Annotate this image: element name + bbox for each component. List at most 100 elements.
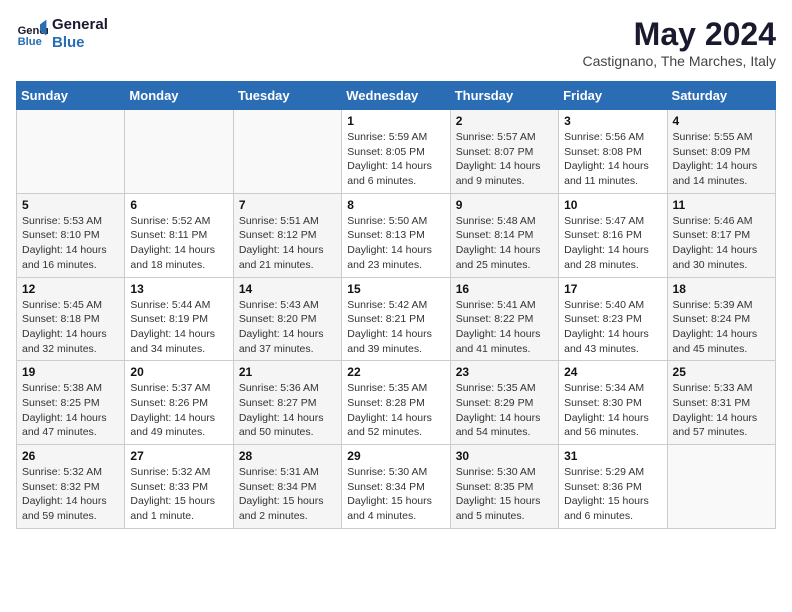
day-number: 17 — [564, 282, 661, 296]
day-info: Sunrise: 5:55 AM Sunset: 8:09 PM Dayligh… — [673, 130, 770, 189]
day-number: 12 — [22, 282, 119, 296]
header-row: SundayMondayTuesdayWednesdayThursdayFrid… — [17, 82, 776, 110]
day-number: 5 — [22, 198, 119, 212]
week-row-3: 12 Sunrise: 5:45 AM Sunset: 8:18 PM Dayli… — [17, 277, 776, 361]
header-saturday: Saturday — [667, 82, 775, 110]
day-info: Sunrise: 5:39 AM Sunset: 8:24 PM Dayligh… — [673, 298, 770, 357]
week-row-5: 26Sunrise: 5:32 AM Sunset: 8:32 PM Dayli… — [17, 445, 776, 529]
calendar-cell: 20 Sunrise: 5:37 AM Sunset: 8:26 PM Dayli… — [125, 361, 233, 445]
calendar-cell: 22Sunrise: 5:35 AM Sunset: 8:28 PM Dayli… — [342, 361, 450, 445]
header-wednesday: Wednesday — [342, 82, 450, 110]
day-number: 7 — [239, 198, 336, 212]
day-info: Sunrise: 5:59 AM Sunset: 8:05 PM Dayligh… — [347, 130, 444, 189]
day-info: Sunrise: 5:30 AM Sunset: 8:35 PM Dayligh… — [456, 465, 553, 524]
logo-line2: Blue — [52, 34, 108, 52]
week-row-2: 5 Sunrise: 5:53 AM Sunset: 8:10 PM Daylig… — [17, 193, 776, 277]
calendar-cell: 19Sunrise: 5:38 AM Sunset: 8:25 PM Dayli… — [17, 361, 125, 445]
day-number: 4 — [673, 114, 770, 128]
day-info: Sunrise: 5:43 AM Sunset: 8:20 PM Dayligh… — [239, 298, 336, 357]
day-info: Sunrise: 5:40 AM Sunset: 8:23 PM Dayligh… — [564, 298, 661, 357]
calendar-cell: 18 Sunrise: 5:39 AM Sunset: 8:24 PM Dayli… — [667, 277, 775, 361]
logo-line1: General — [52, 16, 108, 34]
day-info: Sunrise: 5:44 AM Sunset: 8:19 PM Dayligh… — [130, 298, 227, 357]
day-number: 20 — [130, 365, 227, 379]
day-number: 21 — [239, 365, 336, 379]
day-number: 15 — [347, 282, 444, 296]
day-info: Sunrise: 5:56 AM Sunset: 8:08 PM Dayligh… — [564, 130, 661, 189]
day-info: Sunrise: 5:47 AM Sunset: 8:16 PM Dayligh… — [564, 214, 661, 273]
calendar-cell: 27 Sunrise: 5:32 AM Sunset: 8:33 PM Dayli… — [125, 445, 233, 529]
header-sunday: Sunday — [17, 82, 125, 110]
day-info: Sunrise: 5:37 AM Sunset: 8:26 PM Dayligh… — [130, 381, 227, 440]
day-info: Sunrise: 5:34 AM Sunset: 8:30 PM Dayligh… — [564, 381, 661, 440]
location-subtitle: Castignano, The Marches, Italy — [582, 53, 776, 69]
day-info: Sunrise: 5:42 AM Sunset: 8:21 PM Dayligh… — [347, 298, 444, 357]
day-number: 22 — [347, 365, 444, 379]
day-number: 13 — [130, 282, 227, 296]
day-number: 10 — [564, 198, 661, 212]
calendar-cell — [17, 110, 125, 194]
calendar-cell: 29Sunrise: 5:30 AM Sunset: 8:34 PM Dayli… — [342, 445, 450, 529]
day-info: Sunrise: 5:57 AM Sunset: 8:07 PM Dayligh… — [456, 130, 553, 189]
calendar-cell: 8Sunrise: 5:50 AM Sunset: 8:13 PM Daylig… — [342, 193, 450, 277]
day-number: 2 — [456, 114, 553, 128]
day-number: 25 — [673, 365, 770, 379]
day-number: 31 — [564, 449, 661, 463]
calendar-cell: 16 Sunrise: 5:41 AM Sunset: 8:22 PM Dayli… — [450, 277, 558, 361]
calendar-cell: 7 Sunrise: 5:51 AM Sunset: 8:12 PM Daylig… — [233, 193, 341, 277]
month-title: May 2024 — [582, 16, 776, 53]
day-info: Sunrise: 5:52 AM Sunset: 8:11 PM Dayligh… — [130, 214, 227, 273]
day-number: 9 — [456, 198, 553, 212]
calendar-cell: 23 Sunrise: 5:35 AM Sunset: 8:29 PM Dayli… — [450, 361, 558, 445]
day-info: Sunrise: 5:31 AM Sunset: 8:34 PM Dayligh… — [239, 465, 336, 524]
day-number: 14 — [239, 282, 336, 296]
day-info: Sunrise: 5:51 AM Sunset: 8:12 PM Dayligh… — [239, 214, 336, 273]
day-number: 11 — [673, 198, 770, 212]
day-number: 19 — [22, 365, 119, 379]
page-header: General Blue General Blue May 2024 Casti… — [16, 16, 776, 69]
day-number: 24 — [564, 365, 661, 379]
calendar-cell: 12 Sunrise: 5:45 AM Sunset: 8:18 PM Dayli… — [17, 277, 125, 361]
calendar-table: SundayMondayTuesdayWednesdayThursdayFrid… — [16, 81, 776, 529]
day-info: Sunrise: 5:50 AM Sunset: 8:13 PM Dayligh… — [347, 214, 444, 273]
day-info: Sunrise: 5:45 AM Sunset: 8:18 PM Dayligh… — [22, 298, 119, 357]
day-info: Sunrise: 5:41 AM Sunset: 8:22 PM Dayligh… — [456, 298, 553, 357]
header-friday: Friday — [559, 82, 667, 110]
calendar-cell: 30 Sunrise: 5:30 AM Sunset: 8:35 PM Dayli… — [450, 445, 558, 529]
day-info: Sunrise: 5:29 AM Sunset: 8:36 PM Dayligh… — [564, 465, 661, 524]
header-tuesday: Tuesday — [233, 82, 341, 110]
day-number: 26 — [22, 449, 119, 463]
header-thursday: Thursday — [450, 82, 558, 110]
day-info: Sunrise: 5:33 AM Sunset: 8:31 PM Dayligh… — [673, 381, 770, 440]
week-row-4: 19Sunrise: 5:38 AM Sunset: 8:25 PM Dayli… — [17, 361, 776, 445]
calendar-cell: 13 Sunrise: 5:44 AM Sunset: 8:19 PM Dayli… — [125, 277, 233, 361]
day-info: Sunrise: 5:35 AM Sunset: 8:29 PM Dayligh… — [456, 381, 553, 440]
day-info: Sunrise: 5:46 AM Sunset: 8:17 PM Dayligh… — [673, 214, 770, 273]
day-number: 6 — [130, 198, 227, 212]
calendar-cell: 25 Sunrise: 5:33 AM Sunset: 8:31 PM Dayli… — [667, 361, 775, 445]
day-number: 28 — [239, 449, 336, 463]
week-row-1: 1Sunrise: 5:59 AM Sunset: 8:05 PM Daylig… — [17, 110, 776, 194]
day-number: 3 — [564, 114, 661, 128]
day-info: Sunrise: 5:48 AM Sunset: 8:14 PM Dayligh… — [456, 214, 553, 273]
calendar-cell: 15 Sunrise: 5:42 AM Sunset: 8:21 PM Dayli… — [342, 277, 450, 361]
day-info: Sunrise: 5:32 AM Sunset: 8:33 PM Dayligh… — [130, 465, 227, 524]
day-number: 23 — [456, 365, 553, 379]
day-number: 29 — [347, 449, 444, 463]
calendar-cell: 28 Sunrise: 5:31 AM Sunset: 8:34 PM Dayli… — [233, 445, 341, 529]
day-info: Sunrise: 5:53 AM Sunset: 8:10 PM Dayligh… — [22, 214, 119, 273]
calendar-cell: 3 Sunrise: 5:56 AM Sunset: 8:08 PM Daylig… — [559, 110, 667, 194]
header-monday: Monday — [125, 82, 233, 110]
day-number: 27 — [130, 449, 227, 463]
calendar-cell: 10 Sunrise: 5:47 AM Sunset: 8:16 PM Dayli… — [559, 193, 667, 277]
day-number: 30 — [456, 449, 553, 463]
day-number: 16 — [456, 282, 553, 296]
calendar-cell: 17 Sunrise: 5:40 AM Sunset: 8:23 PM Dayli… — [559, 277, 667, 361]
day-number: 18 — [673, 282, 770, 296]
title-block: May 2024 Castignano, The Marches, Italy — [582, 16, 776, 69]
calendar-cell: 9 Sunrise: 5:48 AM Sunset: 8:14 PM Daylig… — [450, 193, 558, 277]
calendar-cell: 6 Sunrise: 5:52 AM Sunset: 8:11 PM Daylig… — [125, 193, 233, 277]
calendar-cell: 11 Sunrise: 5:46 AM Sunset: 8:17 PM Dayli… — [667, 193, 775, 277]
calendar-cell: 21 Sunrise: 5:36 AM Sunset: 8:27 PM Dayli… — [233, 361, 341, 445]
day-info: Sunrise: 5:36 AM Sunset: 8:27 PM Dayligh… — [239, 381, 336, 440]
